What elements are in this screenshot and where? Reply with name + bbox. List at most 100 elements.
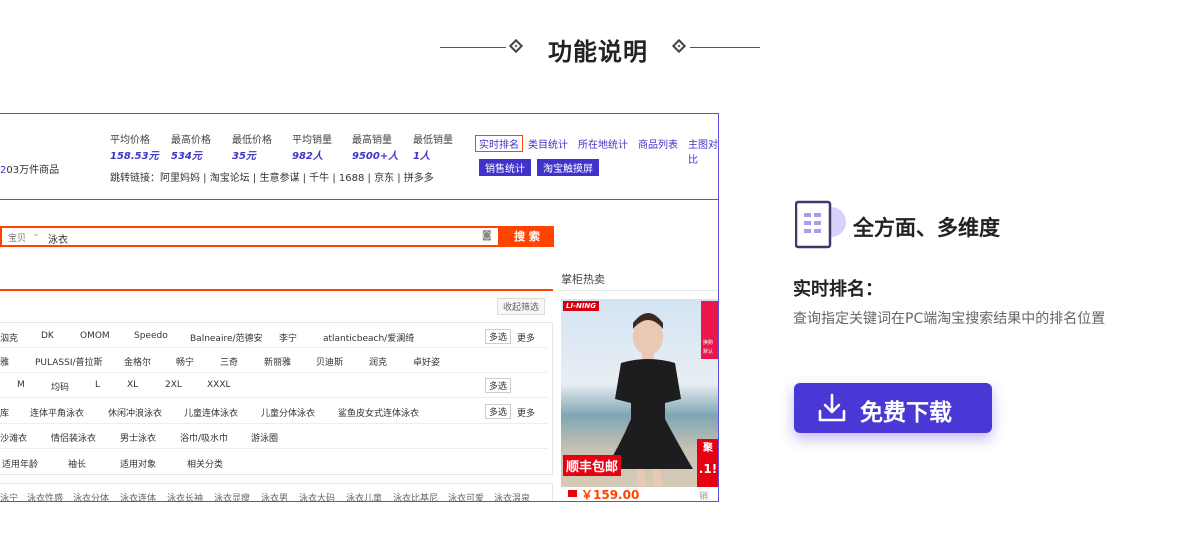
- row-divider: [0, 397, 548, 398]
- filter-dropdown[interactable]: 适用年龄: [2, 457, 38, 470]
- link-realtime-rank[interactable]: 实时排名: [475, 135, 523, 152]
- size-item[interactable]: L: [95, 380, 100, 390]
- multi-select-button[interactable]: 多选: [485, 378, 512, 393]
- brand-item[interactable]: 畅宁: [176, 355, 194, 368]
- stat-value: 158.53元: [110, 151, 159, 162]
- brand-item[interactable]: 新丽雅: [264, 355, 291, 368]
- side-text: .1!: [698, 462, 718, 476]
- related-item[interactable]: 泳衣可爱: [448, 491, 484, 501]
- row-divider: [0, 347, 548, 348]
- collapse-filter-button[interactable]: 收起筛选: [497, 298, 546, 315]
- multi-select-button[interactable]: 多选: [485, 329, 512, 344]
- chevron-down-icon: ⌄: [32, 229, 40, 239]
- search-query[interactable]: 泳衣: [48, 231, 68, 246]
- more-button[interactable]: 更多: [517, 331, 535, 344]
- related-item[interactable]: 泳衣男: [261, 491, 288, 501]
- brand-item[interactable]: OMOM: [80, 331, 110, 341]
- brand-item[interactable]: 润克: [369, 355, 387, 368]
- side-text: 聚: [703, 443, 713, 454]
- search-button[interactable]: 搜 索: [500, 226, 554, 247]
- sales-stats-button[interactable]: 销售统计: [479, 159, 531, 176]
- brand-item[interactable]: 三奇: [220, 355, 238, 368]
- side-text: 默认: [703, 349, 714, 355]
- related-item[interactable]: 泳衣温泉: [494, 491, 530, 501]
- brand-item[interactable]: 金格尔: [124, 355, 151, 368]
- product-image[interactable]: LI-NING 顺丰包邮 换购 默认 聚 .1!: [561, 299, 718, 487]
- related-item[interactable]: 泳衣儿童: [346, 491, 382, 501]
- multi-select-button[interactable]: 多选: [485, 404, 512, 419]
- hot-divider: [558, 290, 718, 291]
- size-item[interactable]: M: [17, 380, 25, 390]
- stat-value: 35元: [232, 151, 256, 162]
- row-divider: [0, 423, 548, 424]
- brand-item[interactable]: PULASSI/普拉斯: [35, 355, 103, 368]
- related-item[interactable]: 泳衣连体: [120, 491, 156, 501]
- stat-value: 534元: [171, 151, 202, 162]
- related-item[interactable]: 泳衣性感: [27, 491, 63, 501]
- diamond-icon: [671, 38, 687, 54]
- size-item[interactable]: XL: [127, 380, 138, 390]
- type-item[interactable]: 情侣装泳衣: [51, 431, 96, 444]
- related-item[interactable]: 泳宁: [0, 491, 18, 501]
- brand-item[interactable]: 雅: [0, 355, 9, 368]
- type-item[interactable]: 连体平角泳衣: [30, 406, 84, 419]
- more-button[interactable]: 更多: [517, 406, 535, 419]
- brand-item[interactable]: 贝迪斯: [316, 355, 343, 368]
- stat-label: 平均销量: [292, 135, 332, 146]
- related-item[interactable]: 泳衣大码: [299, 491, 335, 501]
- section-heading: 功能说明: [440, 30, 760, 66]
- row-divider: [0, 372, 548, 373]
- link-location-stats[interactable]: 所在地统计: [578, 136, 628, 151]
- stat-label: 最低价格: [232, 135, 272, 146]
- type-item[interactable]: 游泳圈: [251, 431, 278, 444]
- stat-value: 1人: [413, 151, 430, 162]
- size-item[interactable]: XXXL: [207, 380, 231, 390]
- brand-item[interactable]: Balneaire/范德安: [190, 331, 263, 344]
- size-item[interactable]: 均码: [51, 380, 69, 393]
- search-input[interactable]: 宝贝 ⌄ 泳衣 ◙: [0, 226, 500, 247]
- type-item[interactable]: 儿童分体泳衣: [261, 406, 315, 419]
- link-category-stats[interactable]: 类目统计: [528, 136, 568, 151]
- type-item[interactable]: 库: [0, 406, 9, 419]
- stat-value: 982人: [292, 151, 323, 162]
- side-banner: 换购 默认: [701, 301, 718, 359]
- link-product-list[interactable]: 商品列表: [638, 136, 678, 151]
- diamond-icon: [508, 38, 524, 54]
- type-item[interactable]: 沙滩衣: [0, 431, 27, 444]
- touch-screen-button[interactable]: 淘宝触摸屏: [537, 159, 599, 176]
- tmall-icon: [568, 490, 577, 497]
- link-image-compare[interactable]: 主图对比: [688, 136, 718, 166]
- brand-logo: LI-NING: [563, 301, 600, 311]
- brand-item[interactable]: 卓好姿: [413, 355, 440, 368]
- related-item[interactable]: 泳衣长袖: [167, 491, 203, 501]
- search-scope[interactable]: 宝贝: [8, 231, 26, 244]
- product-count: 203万件商品: [0, 161, 59, 176]
- promo-badge: 顺丰包邮: [563, 455, 622, 476]
- related-item[interactable]: 泳衣显瘦: [214, 491, 250, 501]
- type-item[interactable]: 休闲冲浪泳衣: [108, 406, 162, 419]
- filter-dropdown[interactable]: 适用对象: [120, 457, 156, 470]
- size-item[interactable]: 2XL: [165, 380, 182, 390]
- filter-dropdown[interactable]: 袖长: [68, 457, 86, 470]
- brand-item[interactable]: 李宁: [279, 331, 297, 344]
- brand-item[interactable]: 泅克: [0, 331, 18, 344]
- type-item[interactable]: 浴巾/吸水巾: [180, 431, 228, 444]
- taobao-screenshot: 203万件商品 平均价格 158.53元 最高价格 534元 最低价格 35元 …: [0, 113, 719, 502]
- brand-item[interactable]: atlanticbeach/爱澜绮: [323, 331, 414, 344]
- type-item[interactable]: 儿童连体泳衣: [184, 406, 238, 419]
- brand-item[interactable]: Speedo: [134, 331, 168, 341]
- free-download-button[interactable]: 免费下载: [794, 383, 992, 433]
- download-icon: [818, 393, 846, 422]
- related-item[interactable]: 泳衣分体: [73, 491, 109, 501]
- stat-value: 9500+人: [352, 151, 399, 162]
- filter-dropdown[interactable]: 相关分类: [187, 457, 223, 470]
- type-item[interactable]: 男士泳衣: [120, 431, 156, 444]
- download-label: 免费下载: [860, 400, 952, 426]
- related-item[interactable]: 泳衣比基尼: [393, 491, 438, 501]
- brand-item[interactable]: DK: [41, 331, 54, 341]
- panel-divider: [0, 199, 718, 200]
- jump-links[interactable]: 跳转链接：阿里妈妈 | 淘宝论坛 | 生意参谋 | 千牛 | 1688 | 京东…: [110, 169, 434, 184]
- type-item[interactable]: 鲨鱼皮女式连体泳衣: [338, 406, 419, 419]
- camera-icon[interactable]: ◙: [482, 230, 492, 241]
- feature-description: 查询指定关键词在PC端淘宝搜索结果中的排名位置: [793, 311, 1106, 327]
